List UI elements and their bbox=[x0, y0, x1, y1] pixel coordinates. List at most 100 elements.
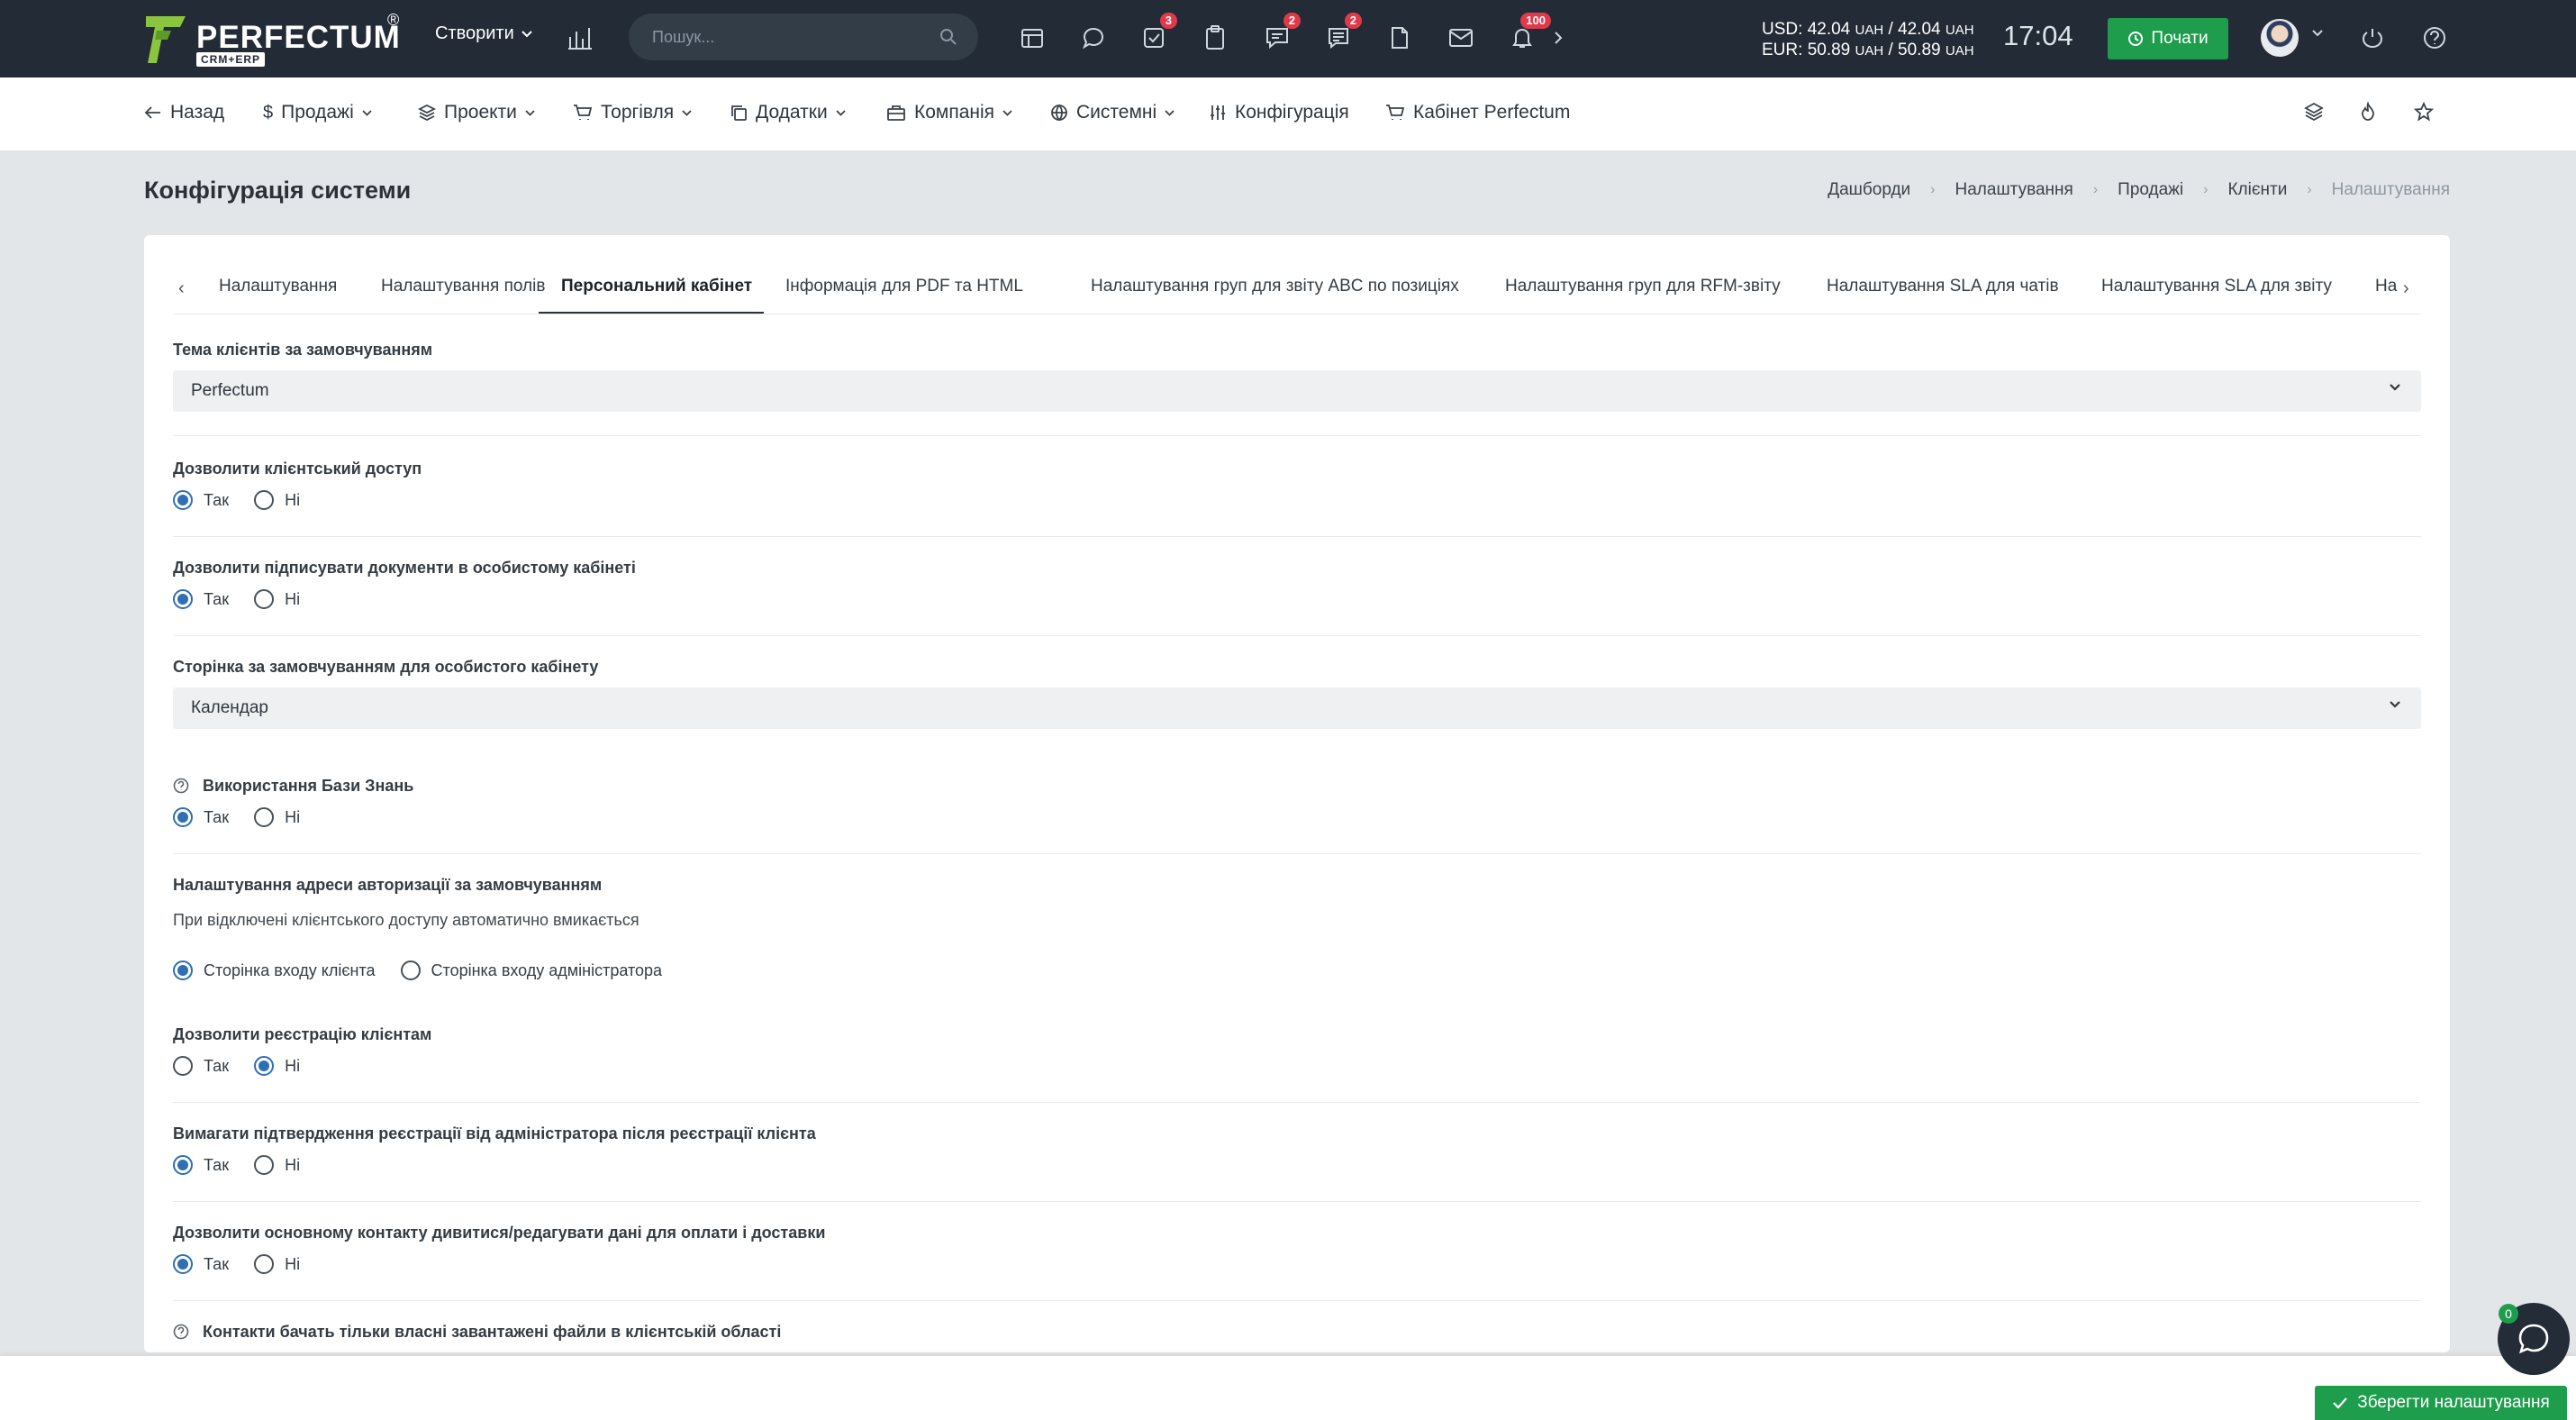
client-access-no-label[interactable]: Ні bbox=[285, 491, 300, 510]
nav-cabinet[interactable]: Кабінет Perfectum bbox=[1385, 102, 1570, 123]
breadcrumb-item[interactable]: Дашборди bbox=[1828, 180, 1910, 200]
chevron-down-icon[interactable] bbox=[2312, 30, 2323, 37]
document-icon[interactable] bbox=[1383, 22, 1416, 54]
question-circle-icon[interactable] bbox=[173, 778, 189, 794]
tab-rfm-groups[interactable]: Налаштування груп для RFM-звіту bbox=[1505, 277, 1781, 314]
sign-docs-yes-radio[interactable] bbox=[173, 589, 193, 609]
knowledge-base-yes-label[interactable]: Так bbox=[204, 808, 229, 827]
nav-trade[interactable]: Торгівля bbox=[573, 102, 692, 123]
divider bbox=[173, 435, 2421, 436]
tab-personal-cabinet[interactable]: Персональний кабінет bbox=[561, 277, 752, 314]
help-icon[interactable] bbox=[2418, 22, 2451, 54]
nav-company[interactable]: Компанія bbox=[886, 102, 1012, 123]
nav-sales[interactable]: $ Продажі bbox=[263, 102, 372, 123]
tabs-scroll-right-icon[interactable]: › bbox=[2403, 278, 2409, 299]
admin-confirm-yes-label[interactable]: Так bbox=[204, 1156, 229, 1175]
sign-docs-no-radio[interactable] bbox=[254, 589, 275, 609]
admin-confirm-no-label[interactable]: Ні bbox=[285, 1156, 300, 1175]
auth-client-page-label[interactable]: Сторінка входу клієнта bbox=[204, 961, 376, 980]
registration-yes-label[interactable]: Так bbox=[204, 1057, 229, 1076]
payment-data-no-radio[interactable] bbox=[254, 1254, 275, 1274]
nav-addons[interactable]: Додатки bbox=[730, 102, 846, 123]
mail-icon[interactable] bbox=[1445, 22, 1477, 54]
payment-data-yes-radio[interactable] bbox=[173, 1254, 193, 1274]
briefcase-icon bbox=[887, 105, 905, 121]
auth-admin-page-label[interactable]: Сторінка входу адміністратора bbox=[431, 961, 663, 980]
tab-abc-groups[interactable]: Налаштування груп для звіту ABC по позиц… bbox=[1091, 277, 1459, 314]
save-settings-button[interactable]: Зберегти налаштування bbox=[2315, 1386, 2567, 1420]
user-avatar[interactable] bbox=[2261, 19, 2299, 57]
payment-data-yes-label[interactable]: Так bbox=[204, 1255, 229, 1274]
eur-buy: 50.89 bbox=[1807, 41, 1851, 59]
tab-pdf-html-info[interactable]: Інформація для PDF та HTML bbox=[785, 277, 1023, 314]
auth-admin-page-radio[interactable] bbox=[400, 960, 421, 980]
payment-data-no-label[interactable]: Ні bbox=[285, 1255, 300, 1274]
reports-chart-icon[interactable] bbox=[564, 22, 596, 54]
create-label: Створити bbox=[435, 23, 514, 43]
chat-icon[interactable] bbox=[1077, 22, 1110, 54]
start-timer-button[interactable]: Почати bbox=[2108, 18, 2228, 59]
tab-sla-chats[interactable]: Налаштування SLA для чатів bbox=[1827, 277, 2059, 314]
nav-projects[interactable]: Проекти bbox=[418, 102, 535, 123]
layers-shortcut-icon[interactable] bbox=[2304, 102, 2324, 122]
support-chat-badge: 2 bbox=[1283, 13, 1301, 29]
client-access-label: Дозволити клієнтський доступ bbox=[173, 460, 422, 478]
tasks-icon[interactable]: 3 bbox=[1138, 13, 1177, 54]
payment-data-radio-group: Так Ні bbox=[173, 1254, 325, 1274]
sign-docs-yes-label[interactable]: Так bbox=[204, 590, 229, 609]
clipboard-icon[interactable] bbox=[1199, 22, 1231, 54]
fire-icon[interactable] bbox=[2359, 102, 2377, 122]
breadcrumb-item[interactable]: Продажі bbox=[2118, 180, 2183, 200]
default-page-select[interactable]: Календар bbox=[173, 687, 2421, 729]
breadcrumb-item[interactable]: Налаштування bbox=[1955, 180, 2073, 200]
client-access-yes-label[interactable]: Так bbox=[204, 491, 229, 510]
client-access-yes-radio[interactable] bbox=[173, 490, 193, 510]
nav-system[interactable]: Системні bbox=[1050, 102, 1175, 123]
messages-icon[interactable]: 2 bbox=[1322, 13, 1362, 54]
search-icon[interactable] bbox=[939, 28, 957, 46]
chevron-down-icon bbox=[2390, 701, 2400, 708]
tab-field-settings[interactable]: Налаштування полів bbox=[381, 277, 545, 314]
auth-address-label: Налаштування адреси авторизації за замов… bbox=[173, 876, 603, 894]
breadcrumb-item[interactable]: Клієнти bbox=[2227, 180, 2287, 200]
registration-no-label[interactable]: Ні bbox=[285, 1057, 300, 1076]
knowledge-base-yes-radio[interactable] bbox=[173, 807, 193, 827]
create-menu-button[interactable]: Створити bbox=[435, 23, 532, 44]
nav-back[interactable]: Назад bbox=[144, 102, 224, 123]
knowledge-base-no-label[interactable]: Ні bbox=[285, 808, 300, 827]
logo[interactable]: PERFECTUM ® CRM+ERP bbox=[144, 11, 414, 67]
usd-label: USD: bbox=[1762, 20, 1803, 39]
auth-client-page-radio[interactable] bbox=[173, 960, 193, 980]
admin-confirm-yes-radio[interactable] bbox=[173, 1155, 193, 1175]
notifications-bell-icon[interactable]: 100 bbox=[1506, 13, 1551, 54]
client-access-no-radio[interactable] bbox=[254, 490, 275, 510]
globe-icon bbox=[1051, 105, 1067, 122]
registration-yes-radio[interactable] bbox=[173, 1056, 193, 1076]
tab-more[interactable]: На bbox=[2375, 277, 2397, 314]
clock-icon bbox=[2128, 32, 2144, 46]
registration-no-radio[interactable] bbox=[254, 1056, 275, 1076]
theme-select[interactable]: Perfectum bbox=[173, 370, 2421, 412]
admin-confirm-no-radio[interactable] bbox=[254, 1155, 275, 1175]
logo-text: PERFECTUM bbox=[196, 20, 401, 55]
sign-docs-no-label[interactable]: Ні bbox=[285, 590, 300, 609]
knowledge-base-no-radio[interactable] bbox=[254, 807, 275, 827]
power-logout-icon[interactable] bbox=[2356, 22, 2389, 54]
search-input[interactable] bbox=[629, 14, 978, 60]
eur-sell-currency: UAH bbox=[1945, 43, 1974, 59]
registration-label: Дозволити реєстрацію клієнтам bbox=[173, 1025, 432, 1043]
question-circle-icon[interactable] bbox=[173, 1324, 189, 1340]
default-page-label: Сторінка за замовчуванням для особистого… bbox=[173, 658, 599, 676]
active-tab-indicator bbox=[539, 312, 764, 314]
star-icon[interactable] bbox=[2414, 102, 2434, 122]
chevron-down-icon bbox=[522, 30, 532, 37]
logo-subtitle: CRM+ERP bbox=[196, 52, 266, 67]
default-page-select-value: Календар bbox=[191, 698, 269, 717]
more-right-chevron-icon[interactable] bbox=[1542, 22, 1574, 54]
tab-sla-report[interactable]: Налаштування SLA для звіту bbox=[2101, 277, 2332, 314]
tabs-scroll-left-icon[interactable]: ‹ bbox=[178, 278, 185, 299]
support-chat-icon[interactable]: 2 bbox=[1261, 13, 1301, 54]
calendar-icon[interactable] bbox=[1016, 22, 1048, 54]
nav-config[interactable]: Конфігурація bbox=[1209, 102, 1349, 123]
tab-settings[interactable]: Налаштування bbox=[219, 277, 337, 314]
